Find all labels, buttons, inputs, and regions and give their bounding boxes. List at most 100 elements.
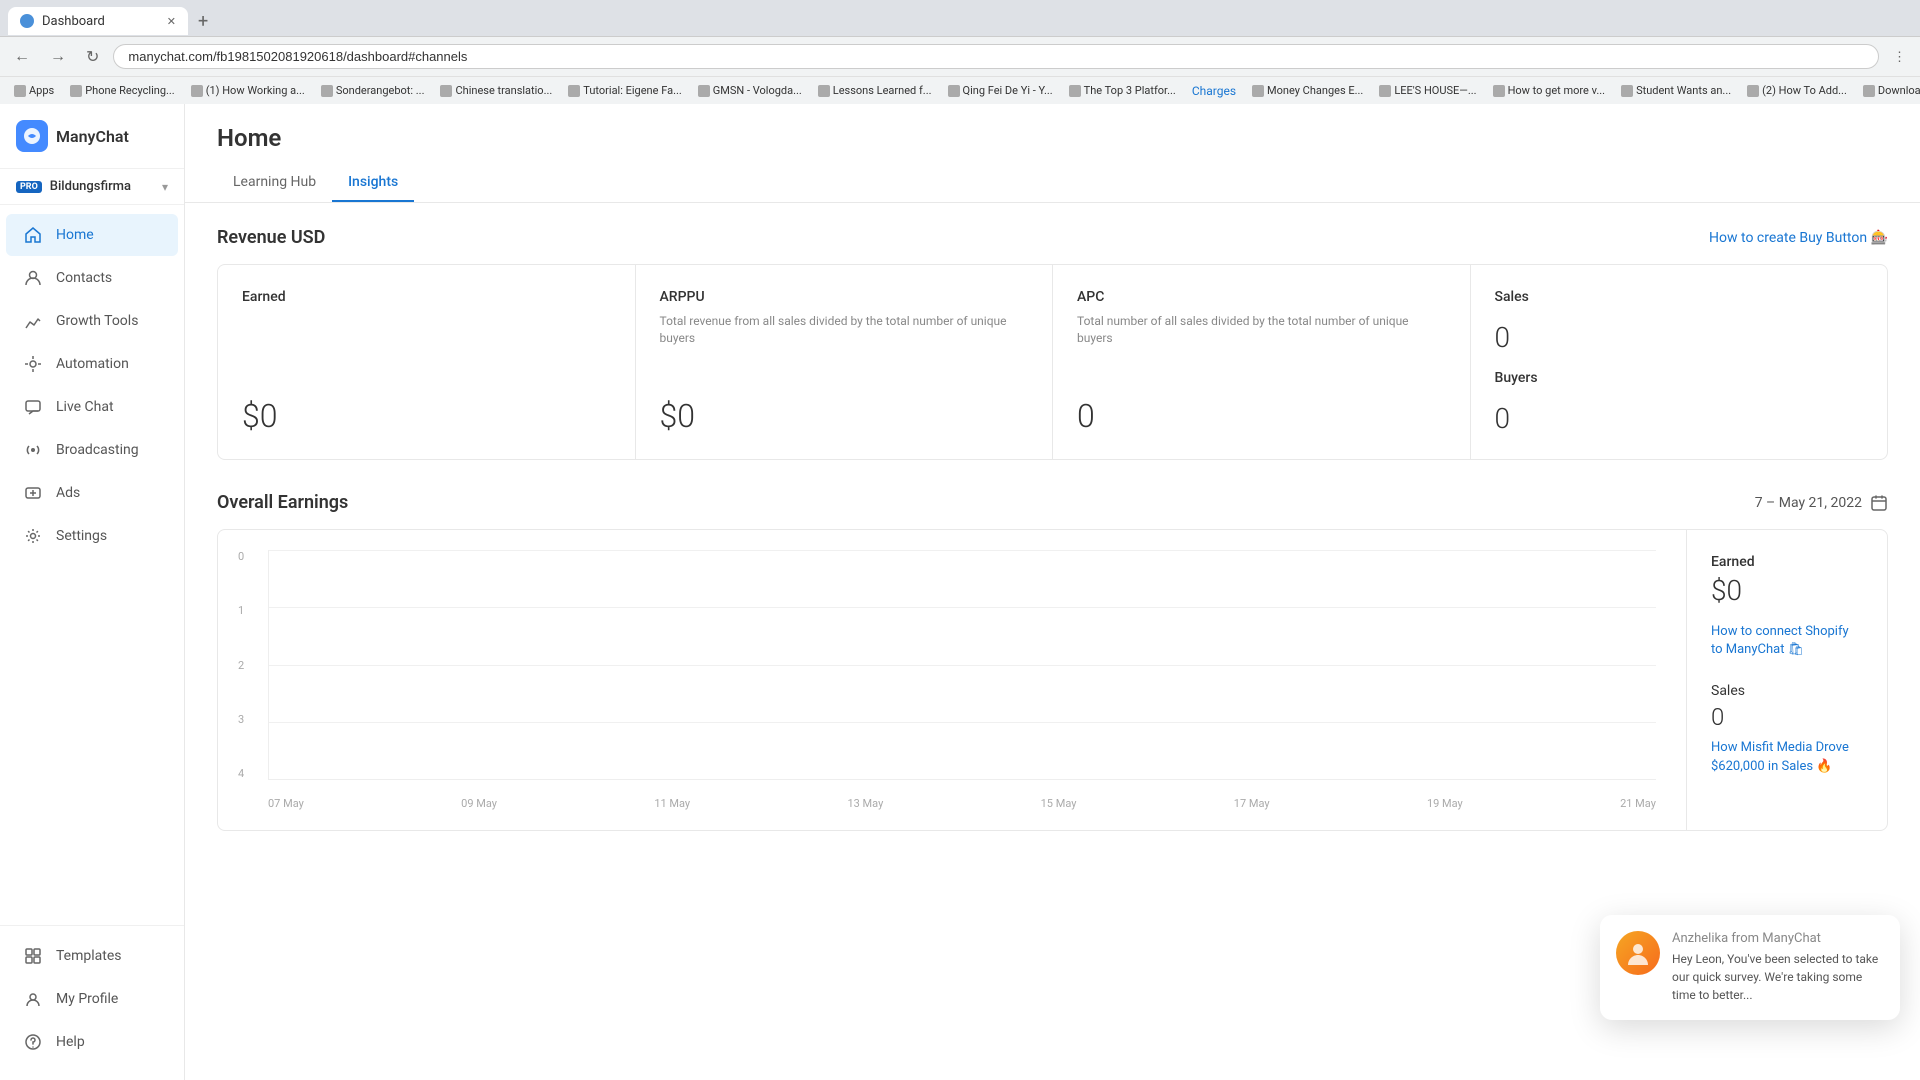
live-chat-icon: [22, 396, 44, 418]
earnings-header: Overall Earnings 7 – May 21, 2022: [217, 492, 1888, 513]
apc-desc: Total number of all sales divided by the…: [1077, 313, 1446, 347]
chat-from: Anzhelika from ManyChat: [1672, 931, 1884, 946]
sidebar-item-label-help: Help: [56, 1034, 85, 1050]
bookmark-apps[interactable]: Apps: [8, 82, 60, 99]
bookmark-2[interactable]: (1) How Working a...: [185, 82, 311, 99]
sidebar-item-label-my-profile: My Profile: [56, 991, 118, 1007]
chart-gridline-2: [269, 665, 1656, 666]
chat-content: Anzhelika from ManyChat Hey Leon, You've…: [1672, 931, 1884, 1004]
templates-icon: [22, 945, 44, 967]
charges-link[interactable]: Charges: [1192, 84, 1236, 98]
chevron-down-icon: ▾: [162, 180, 168, 194]
account-name: Bildungsfirma: [50, 179, 154, 194]
bookmark-11[interactable]: LEE'S HOUSE—...: [1373, 82, 1482, 99]
chart-area: 4 3 2 1 0: [218, 530, 1686, 830]
browser-chrome: Dashboard ✕ + ← → ↻ ⋮ Apps Phone Recycli…: [0, 0, 1920, 104]
misfit-link[interactable]: How Misfit Media Drove $620,000 in Sales…: [1711, 739, 1863, 775]
bookmark-icon-4: [440, 85, 452, 97]
back-button[interactable]: ←: [8, 44, 36, 70]
bookmark-12[interactable]: How to get more v...: [1487, 82, 1612, 99]
sidebar-item-broadcasting[interactable]: Broadcasting: [6, 429, 178, 471]
create-buy-button-link[interactable]: How to create Buy Button 🎰: [1709, 230, 1888, 246]
revenue-header: Revenue USD How to create Buy Button 🎰: [217, 227, 1888, 248]
sidebar-item-growth-tools[interactable]: Growth Tools: [6, 300, 178, 342]
bookmark-icon-1: [70, 85, 82, 97]
bookmark-icon-6: [698, 85, 710, 97]
sidebar-item-my-profile[interactable]: My Profile: [6, 978, 178, 1020]
chart-gridline-4: [269, 550, 1656, 551]
apc-value: 0: [1077, 397, 1446, 435]
bookmark-15[interactable]: Download - Cooki...: [1857, 82, 1920, 99]
bookmark-icon-9: [1069, 85, 1081, 97]
bookmark-3[interactable]: Sonderangebot: ...: [315, 82, 431, 99]
sales-value: 0: [1495, 321, 1864, 354]
earnings-earned-label: Earned: [1711, 554, 1863, 570]
sidebar-item-automation[interactable]: Automation: [6, 343, 178, 385]
tab-close-button[interactable]: ✕: [167, 15, 176, 28]
bookmark-10[interactable]: Money Changes E...: [1246, 82, 1369, 99]
account-selector[interactable]: PRO Bildungsfirma ▾: [0, 169, 184, 205]
tab-favicon: [20, 14, 34, 28]
settings-icon: [22, 525, 44, 547]
sales-buyers-card: Sales 0 Buyers 0: [1471, 265, 1888, 459]
shopify-link[interactable]: How to connect Shopify to ManyChat 🛍: [1711, 623, 1863, 659]
arppu-value: $0: [660, 397, 1029, 435]
bookmark-4[interactable]: Chinese translatio...: [434, 82, 558, 99]
sidebar-item-settings[interactable]: Settings: [6, 515, 178, 557]
arppu-card: ARPPU Total revenue from all sales divid…: [636, 265, 1053, 459]
earnings-title: Overall Earnings: [217, 492, 348, 513]
chart-gridline-1: [269, 722, 1656, 723]
bookmark-charges[interactable]: Charges: [1186, 82, 1242, 100]
earnings-sidebar: Earned $0 How to connect Shopify to Many…: [1687, 530, 1887, 830]
my-profile-icon: [22, 988, 44, 1010]
tab-bar: Dashboard ✕ +: [0, 0, 1920, 36]
earnings-sales-value: 0: [1711, 703, 1863, 731]
address-bar[interactable]: [113, 44, 1879, 69]
earnings-section: Overall Earnings 7 – May 21, 2022 4: [217, 492, 1888, 831]
ads-icon: [22, 482, 44, 504]
sidebar-item-home[interactable]: Home: [6, 214, 178, 256]
bookmark-8[interactable]: Qing Fei De Yi - Y...: [942, 82, 1059, 99]
extensions-button[interactable]: ⋮: [1887, 45, 1912, 69]
bookmark-14[interactable]: (2) How To Add...: [1741, 82, 1853, 99]
sidebar-item-ads[interactable]: Ads: [6, 472, 178, 514]
sidebar-item-label-live-chat: Live Chat: [56, 399, 114, 415]
home-icon: [22, 224, 44, 246]
forward-button[interactable]: →: [44, 44, 72, 70]
nav-bar: ← → ↻ ⋮: [0, 36, 1920, 76]
sidebar-item-live-chat[interactable]: Live Chat: [6, 386, 178, 428]
bookmark-icon-12: [1493, 85, 1505, 97]
sidebar-item-contacts[interactable]: Contacts: [6, 257, 178, 299]
sidebar-item-templates[interactable]: Templates: [6, 935, 178, 977]
sidebar-item-label-templates: Templates: [56, 948, 122, 964]
earnings-earned-value: $0: [1711, 574, 1863, 607]
content-area: Revenue USD How to create Buy Button 🎰 E…: [185, 203, 1920, 855]
bookmark-5[interactable]: Tutorial: Eigene Fa...: [562, 82, 688, 99]
refresh-button[interactable]: ↻: [80, 43, 105, 71]
bookmark-13[interactable]: Student Wants an...: [1615, 82, 1737, 99]
sidebar-item-help[interactable]: Help: [6, 1021, 178, 1063]
contacts-icon: [22, 267, 44, 289]
bookmarks-bar: Apps Phone Recycling... (1) How Working …: [0, 76, 1920, 104]
earned-label: Earned: [242, 289, 611, 305]
chart-y-labels: 4 3 2 1 0: [238, 550, 258, 780]
bookmark-6[interactable]: GMSN - Vologda...: [692, 82, 808, 99]
tabs: Learning Hub Insights: [217, 164, 1888, 202]
browser-tab[interactable]: Dashboard ✕: [8, 7, 188, 35]
bookmark-icon-10: [1252, 85, 1264, 97]
sidebar-bottom: Templates My Profile Help: [0, 925, 184, 1080]
bookmark-9[interactable]: The Top 3 Platfor...: [1063, 82, 1182, 99]
bookmark-1[interactable]: Phone Recycling...: [64, 82, 180, 99]
calendar-icon[interactable]: [1870, 494, 1888, 512]
bookmark-icon-13: [1621, 85, 1633, 97]
chat-popup[interactable]: Anzhelika from ManyChat Hey Leon, You've…: [1600, 915, 1900, 1020]
chat-message: Hey Leon, You've been selected to take o…: [1672, 950, 1884, 1004]
tab-title: Dashboard: [42, 14, 105, 29]
tab-learning-hub[interactable]: Learning Hub: [217, 164, 332, 202]
new-tab-button[interactable]: +: [192, 11, 214, 32]
bookmark-icon-11: [1379, 85, 1391, 97]
bookmark-icon: [14, 85, 26, 97]
tab-insights[interactable]: Insights: [332, 164, 414, 202]
bookmark-7[interactable]: Lessons Learned f...: [812, 82, 938, 99]
apc-label: APC: [1077, 289, 1446, 305]
